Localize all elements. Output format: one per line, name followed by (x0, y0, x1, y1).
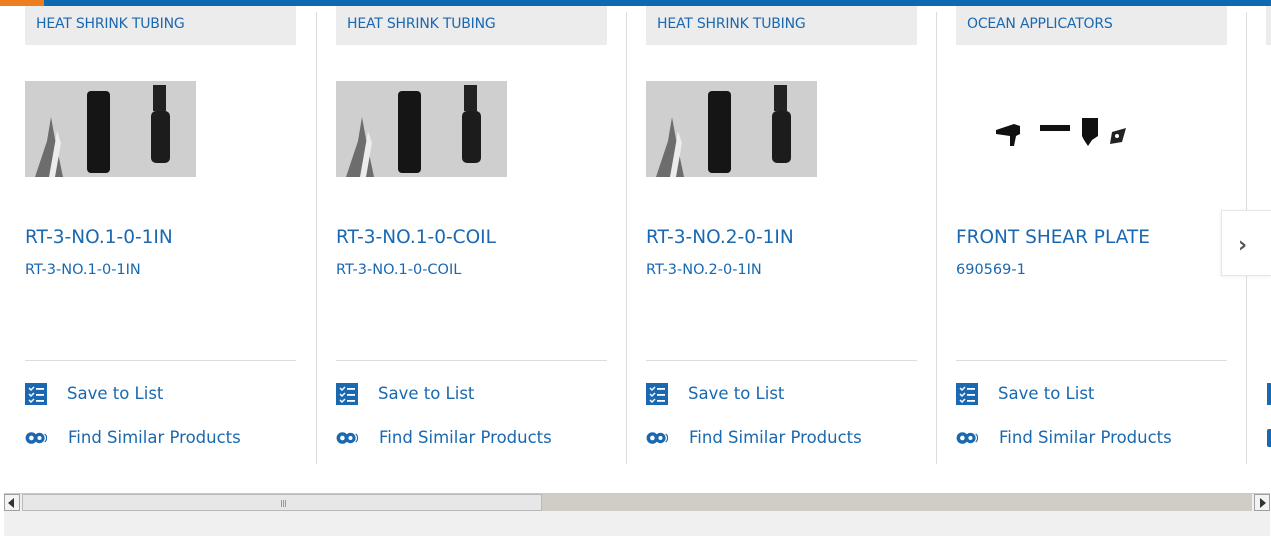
save-to-list-label: Save to List (378, 384, 475, 403)
arrow-left-icon (8, 498, 14, 508)
scroll-right-button[interactable] (1254, 494, 1270, 511)
checklist-icon (646, 383, 668, 405)
product-image[interactable] (336, 81, 507, 177)
gears-icon (646, 432, 668, 444)
product-category[interactable]: OCEAN APPLICATORS (956, 6, 1227, 45)
product-card: OCEAN APPLICATORS FRONT SHEAR PLATE 6905… (956, 6, 1227, 464)
gears-icon (1267, 429, 1271, 447)
checklist-icon (956, 383, 978, 405)
find-similar-products-label: Find Similar Products (379, 428, 552, 447)
save-to-list-label: Save to List (67, 384, 164, 403)
product-title[interactable]: RT-3-NO.1-0-1IN (25, 227, 173, 248)
scroll-left-button[interactable] (4, 494, 20, 511)
gears-icon (25, 432, 47, 444)
divider (336, 360, 607, 361)
product-category-partial (1266, 6, 1271, 45)
scrollbar-thumb[interactable] (22, 494, 542, 511)
find-similar-products-label: Find Similar Products (999, 428, 1172, 447)
find-similar-products-label: Find Similar Products (689, 428, 862, 447)
footer-area (4, 511, 1270, 536)
carousel-next-button[interactable]: › (1221, 210, 1271, 276)
product-image[interactable] (25, 81, 196, 177)
product-carousel: HEAT SHRINK TUBING RT-3-NO.1-0-1IN RT-3-… (0, 6, 1271, 464)
product-title[interactable]: RT-3-NO.2-0-1IN (646, 227, 794, 248)
product-part-number[interactable]: 690569-1 (956, 262, 1026, 278)
checklist-icon (336, 383, 358, 405)
product-image[interactable] (646, 81, 817, 177)
product-part-number[interactable]: RT-3-NO.1-0-COIL (336, 262, 461, 278)
product-part-number[interactable]: RT-3-NO.2-0-1IN (646, 262, 762, 278)
product-category[interactable]: HEAT SHRINK TUBING (336, 6, 607, 45)
checklist-icon (1267, 383, 1271, 405)
product-part-number[interactable]: RT-3-NO.1-0-1IN (25, 262, 141, 278)
horizontal-scrollbar[interactable] (4, 493, 1270, 511)
card-separator (316, 12, 317, 464)
gears-icon (336, 432, 358, 444)
save-to-list-label: Save to List (688, 384, 785, 403)
product-title[interactable]: RT-3-NO.1-0-COIL (336, 227, 496, 248)
gears-icon (956, 432, 978, 444)
product-title[interactable]: FRONT SHEAR PLATE (956, 227, 1150, 248)
product-image[interactable] (986, 106, 1146, 156)
save-to-list-label: Save to List (998, 384, 1095, 403)
scrollbar-track[interactable] (542, 494, 1252, 511)
find-similar-products-label: Find Similar Products (68, 428, 241, 447)
card-separator (626, 12, 627, 464)
divider (646, 360, 917, 361)
product-card: HEAT SHRINK TUBING RT-3-NO.1-0-1IN RT-3-… (25, 6, 296, 464)
product-card: HEAT SHRINK TUBING RT-3-NO.2-0-1IN RT-3-… (646, 6, 917, 464)
product-card: HEAT SHRINK TUBING RT-3-NO.1-0-COIL RT-3… (336, 6, 607, 464)
arrow-right-icon (1260, 498, 1266, 508)
checklist-icon (25, 383, 47, 405)
chevron-right-icon: › (1238, 233, 1248, 258)
card-separator (936, 12, 937, 464)
divider (25, 360, 296, 361)
grip-icon (281, 500, 287, 507)
product-category[interactable]: HEAT SHRINK TUBING (25, 6, 296, 45)
product-category[interactable]: HEAT SHRINK TUBING (646, 6, 917, 45)
divider (956, 360, 1227, 361)
